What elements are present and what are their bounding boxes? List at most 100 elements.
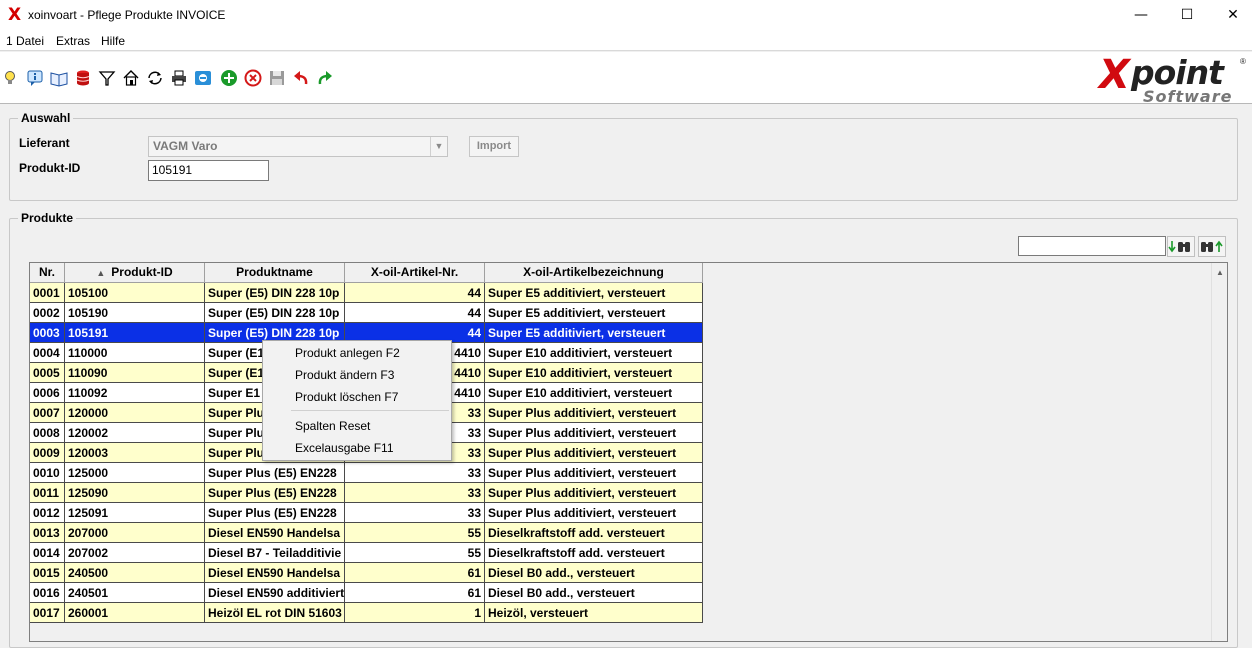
undo-icon[interactable]: [291, 68, 311, 88]
table-row[interactable]: 0001 105100 Super (E5) DIN 228 10p 44 Super …: [30, 283, 703, 303]
cell-produkt-id[interactable]: 120002: [65, 423, 205, 443]
cell-nr[interactable]: 0014: [30, 543, 65, 563]
cell-nr[interactable]: 0006: [30, 383, 65, 403]
cell-artikel-nr[interactable]: 33: [345, 503, 485, 523]
table-row[interactable]: 0011 125090 Super Plus (E5) EN228 33 Super P…: [30, 483, 703, 503]
cell-nr[interactable]: 0016: [30, 583, 65, 603]
cell-nr[interactable]: 0004: [30, 343, 65, 363]
maximize-button[interactable]: ☐: [1164, 0, 1210, 31]
find-next-button[interactable]: [1167, 236, 1195, 257]
cell-artikelbezeichnung[interactable]: Diesel B0 add., versteuert: [485, 563, 703, 583]
column-header-artikel-nr[interactable]: X-oil-Artikel-Nr.: [345, 263, 485, 283]
database-icon[interactable]: [73, 68, 93, 88]
cell-artikelbezeichnung[interactable]: Super E5 additiviert, versteuert: [485, 303, 703, 323]
cell-produkt-id[interactable]: 110092: [65, 383, 205, 403]
cell-artikel-nr[interactable]: 55: [345, 543, 485, 563]
cancel-icon[interactable]: [243, 68, 263, 88]
cell-produkt-id[interactable]: 120003: [65, 443, 205, 463]
menu-item-produkt-loeschen[interactable]: Produkt löschen F7: [295, 390, 398, 404]
cell-artikelbezeichnung[interactable]: Super Plus additiviert, versteuert: [485, 483, 703, 503]
cell-artikelbezeichnung[interactable]: Super Plus additiviert, versteuert: [485, 463, 703, 483]
cell-nr[interactable]: 0013: [30, 523, 65, 543]
print-icon[interactable]: [169, 68, 189, 88]
column-header-produktname[interactable]: Produktname: [205, 263, 345, 283]
table-row[interactable]: 0014 207002 Diesel B7 - Teiladditivie 55 Die…: [30, 543, 703, 563]
cell-artikelbezeichnung[interactable]: Dieselkraftstoff add. versteuert: [485, 543, 703, 563]
menu-item-produkt-anlegen[interactable]: Produkt anlegen F2: [295, 346, 400, 360]
cell-nr[interactable]: 0003: [30, 323, 65, 343]
cell-artikelbezeichnung[interactable]: Super Plus additiviert, versteuert: [485, 503, 703, 523]
menu-datei[interactable]: 1 Datei: [6, 34, 44, 48]
cell-artikelbezeichnung[interactable]: Heizöl, versteuert: [485, 603, 703, 623]
cell-nr[interactable]: 0001: [30, 283, 65, 303]
cell-produktname[interactable]: Super (E5) DIN 228 10p: [205, 283, 345, 303]
cell-produkt-id[interactable]: 105190: [65, 303, 205, 323]
table-row[interactable]: 0012 125091 Super Plus (E5) EN228 33 Super P…: [30, 503, 703, 523]
cell-produkt-id[interactable]: 240500: [65, 563, 205, 583]
import-button[interactable]: Import: [469, 136, 519, 157]
scroll-up-icon[interactable]: ▲: [1216, 268, 1224, 277]
cell-produktname[interactable]: Super (E5) DIN 228 10p: [205, 303, 345, 323]
menu-item-produkt-aendern[interactable]: Produkt ändern F3: [295, 368, 394, 382]
cell-produkt-id[interactable]: 110000: [65, 343, 205, 363]
minimize-button[interactable]: —: [1118, 0, 1164, 31]
cell-artikel-nr[interactable]: 1: [345, 603, 485, 623]
cell-artikelbezeichnung[interactable]: Super E10 additiviert, versteuert: [485, 383, 703, 403]
cell-produktname[interactable]: Super Plus (E5) EN228: [205, 483, 345, 503]
cell-produkt-id[interactable]: 240501: [65, 583, 205, 603]
menu-item-excelausgabe[interactable]: Excelausgabe F11: [295, 441, 394, 455]
cell-artikelbezeichnung[interactable]: Super Plus additiviert, versteuert: [485, 423, 703, 443]
cell-produkt-id[interactable]: 207002: [65, 543, 205, 563]
table-row[interactable]: 0002 105190 Super (E5) DIN 228 10p 44 Super …: [30, 303, 703, 323]
table-row[interactable]: 0016 240501 Diesel EN590 additiviert 61 Dies…: [30, 583, 703, 603]
refresh-icon[interactable]: [145, 68, 165, 88]
cell-nr[interactable]: 0017: [30, 603, 65, 623]
table-row[interactable]: 0013 207000 Diesel EN590 Handelsa 55 Dieselk…: [30, 523, 703, 543]
cell-artikelbezeichnung[interactable]: Diesel B0 add., versteuert: [485, 583, 703, 603]
chevron-down-icon[interactable]: ▼: [430, 137, 447, 156]
pin-icon[interactable]: [193, 68, 213, 88]
produkt-id-input[interactable]: 105191: [148, 160, 269, 181]
find-previous-button[interactable]: [1198, 236, 1226, 257]
cell-artikelbezeichnung[interactable]: Super E5 additiviert, versteuert: [485, 283, 703, 303]
cell-nr[interactable]: 0010: [30, 463, 65, 483]
filter-icon[interactable]: [97, 68, 117, 88]
column-header-produkt-id[interactable]: ▲ Produkt-ID: [65, 263, 205, 283]
cell-artikelbezeichnung[interactable]: Super Plus additiviert, versteuert: [485, 403, 703, 423]
cell-nr[interactable]: 0009: [30, 443, 65, 463]
cell-artikel-nr[interactable]: 44: [345, 303, 485, 323]
search-input[interactable]: [1018, 236, 1166, 256]
cell-nr[interactable]: 0012: [30, 503, 65, 523]
cell-artikelbezeichnung[interactable]: Super Plus additiviert, versteuert: [485, 443, 703, 463]
cell-produktname[interactable]: Diesel EN590 Handelsa: [205, 523, 345, 543]
cell-produktname[interactable]: Super Plus (E5) EN228: [205, 503, 345, 523]
table-row[interactable]: 0015 240500 Diesel EN590 Handelsa 61 Diesel …: [30, 563, 703, 583]
vertical-scrollbar[interactable]: ▲: [1211, 263, 1227, 641]
cell-produktname[interactable]: Heizöl EL rot DIN 51603: [205, 603, 345, 623]
cell-nr[interactable]: 0007: [30, 403, 65, 423]
menu-item-spalten-reset[interactable]: Spalten Reset: [295, 419, 370, 433]
cell-nr[interactable]: 0002: [30, 303, 65, 323]
cell-produkt-id[interactable]: 105100: [65, 283, 205, 303]
cell-produkt-id[interactable]: 105191: [65, 323, 205, 343]
lieferant-select[interactable]: VAGM Varo ▼: [148, 136, 448, 157]
cell-artikelbezeichnung[interactable]: Dieselkraftstoff add. versteuert: [485, 523, 703, 543]
cell-produkt-id[interactable]: 125090: [65, 483, 205, 503]
cell-produktname[interactable]: Diesel EN590 additiviert: [205, 583, 345, 603]
cell-artikel-nr[interactable]: 61: [345, 583, 485, 603]
cell-artikel-nr[interactable]: 33: [345, 463, 485, 483]
lightbulb-icon[interactable]: [0, 68, 20, 88]
cell-artikelbezeichnung[interactable]: Super E10 additiviert, versteuert: [485, 343, 703, 363]
cell-nr[interactable]: 0005: [30, 363, 65, 383]
cell-artikelbezeichnung[interactable]: Super E5 additiviert, versteuert: [485, 323, 703, 343]
column-header-nr[interactable]: Nr.: [30, 263, 65, 283]
redo-icon[interactable]: [315, 68, 335, 88]
cell-produktname[interactable]: Super Plus (E5) EN228: [205, 463, 345, 483]
book-icon[interactable]: [49, 68, 69, 88]
cell-nr[interactable]: 0008: [30, 423, 65, 443]
cell-artikel-nr[interactable]: 33: [345, 483, 485, 503]
close-window-button[interactable]: ✕: [1210, 0, 1252, 31]
cell-produktname[interactable]: Diesel EN590 Handelsa: [205, 563, 345, 583]
add-icon[interactable]: [219, 68, 239, 88]
table-row[interactable]: 0017 260001 Heizöl EL rot DIN 51603 1 Heizöl…: [30, 603, 703, 623]
